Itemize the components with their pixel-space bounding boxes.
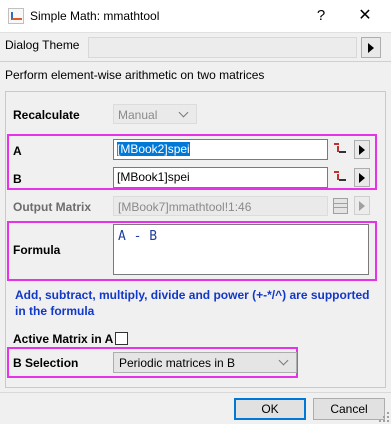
dialog-description: Perform element-wise arithmetic on two m…	[5, 68, 265, 82]
matrix-a-input[interactable]: [MBook2]spei	[113, 139, 328, 160]
active-matrix-label: Active Matrix in A	[13, 332, 114, 346]
matrix-a-pick-button[interactable]	[332, 140, 350, 159]
b-selection-value: Periodic matrices in B	[119, 356, 236, 370]
matrix-b-menu-button[interactable]	[354, 168, 370, 187]
matrix-a-menu-button[interactable]	[354, 140, 370, 159]
formula-input[interactable]: A - B	[113, 224, 369, 275]
close-icon[interactable]: ✕	[350, 4, 380, 28]
pick-range-icon	[334, 171, 346, 182]
matrix-a-label: A	[13, 144, 22, 158]
app-icon	[8, 8, 24, 24]
pick-range-icon	[334, 143, 346, 154]
window-title: Simple Math: mmathtool	[30, 9, 160, 23]
expand-arrow-icon	[359, 201, 365, 211]
separator	[0, 392, 391, 393]
expand-arrow-icon	[359, 173, 365, 183]
theme-menu-button[interactable]	[361, 37, 381, 58]
output-matrix-field: [MBook7]mmathtool!1:46	[113, 196, 328, 216]
expand-arrow-icon	[368, 43, 374, 53]
output-matrix-menu-button	[354, 196, 370, 215]
recalculate-label: Recalculate	[13, 108, 80, 122]
cancel-button[interactable]: Cancel	[313, 398, 385, 420]
b-selection-combo[interactable]: Periodic matrices in B	[113, 352, 297, 373]
ok-button[interactable]: OK	[234, 398, 306, 420]
matrix-b-label: B	[13, 172, 22, 186]
matrix-b-pick-button[interactable]	[332, 168, 350, 187]
help-icon[interactable]: ?	[306, 4, 336, 28]
chevron-down-icon	[278, 355, 289, 366]
formula-label: Formula	[13, 243, 61, 257]
separator	[0, 61, 391, 62]
active-matrix-checkbox[interactable]	[115, 332, 128, 345]
recalculate-value: Manual	[118, 108, 158, 122]
output-matrix-label: Output Matrix	[13, 200, 91, 214]
chevron-down-icon	[178, 107, 189, 118]
recalculate-combo: Manual	[113, 104, 197, 124]
dialog-theme-field[interactable]	[88, 37, 357, 58]
formula-help-note: Add, subtract, multiply, divide and powe…	[15, 288, 370, 318]
expand-arrow-icon	[359, 145, 365, 155]
b-selection-label: B Selection	[13, 356, 79, 370]
matrix-grid-icon	[333, 198, 348, 214]
matrix-a-value: [MBook2]spei	[117, 142, 190, 156]
dialog-theme-label: Dialog Theme	[5, 38, 80, 52]
matrix-b-input[interactable]: [MBook1]spei	[113, 167, 328, 188]
resize-grip-icon[interactable]	[379, 412, 389, 422]
